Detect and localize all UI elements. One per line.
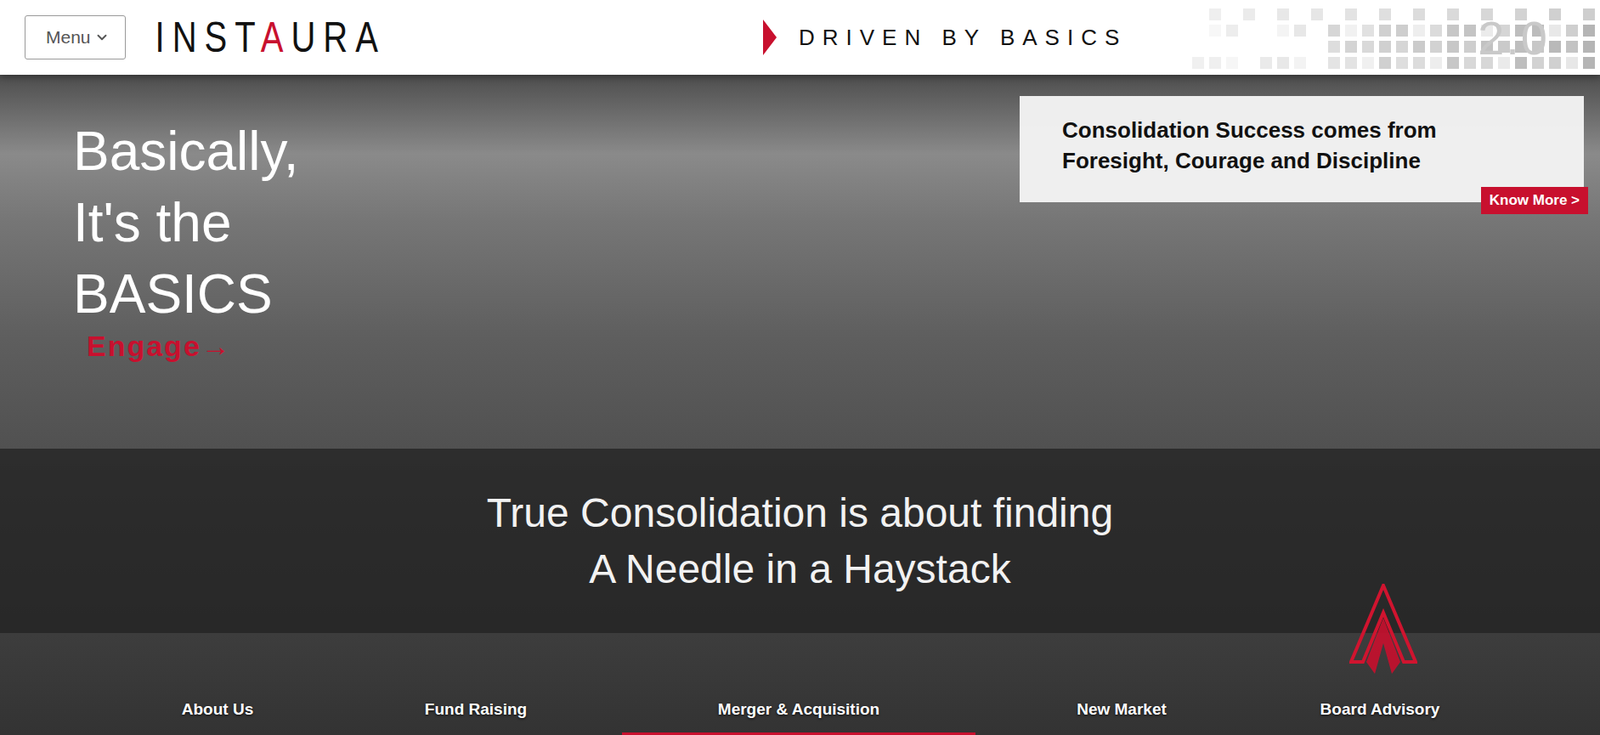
nav-link[interactable]: Merger & Acquisition [718,700,880,719]
chevron-down-icon [94,29,110,46]
hero-top: Basically,It's theBASICSEngage→ Consolida… [0,74,1600,449]
headline-line: It's the [73,186,300,259]
nav-item: Merger & Acquisition [604,633,993,735]
hero: Basically,It's theBASICSEngage→ Consolida… [0,74,1600,735]
headline: Basically,It's theBASICSEngage→ [0,74,300,363]
banner: True Consolidation is about findingA Nee… [0,448,1600,634]
nav-link[interactable]: Board Advisory [1320,700,1441,719]
tagline-group: DRIVEN BY BASICS [763,19,1127,56]
headline-line: BASICS [73,258,300,330]
nav-indicator [40,732,395,735]
nav-link[interactable]: Fund Raising [424,700,527,719]
nav-indicator [1203,732,1557,735]
nav-indicator [944,732,1299,735]
menu-button[interactable]: Menu [24,15,126,60]
tagline: DRIVEN BY BASICS [798,24,1127,51]
promo-card: Consolidation Success comes fromForesigh… [1019,96,1584,203]
logo[interactable]: INSTAURA [155,13,386,62]
nav-item: New Market [992,633,1251,735]
promo-text: Consolidation Success comes from [1062,114,1567,146]
nav-item: About Us [88,633,347,735]
nav-link[interactable]: New Market [1076,700,1167,719]
headline-line: Basically, [73,115,300,187]
banner-line: True Consolidation is about finding [486,485,1114,542]
nav-indicator [621,732,976,735]
brand-mark-icon [1349,583,1418,676]
engage-link[interactable]: Engage→ [86,329,300,363]
version-label: 2.0 [1477,10,1550,66]
bottom-nav: About Us Fund Raising Merger & Acquisition… [0,633,1600,735]
header: Menu INSTAURA DRIVEN BY BASICS 2.0 [0,0,1600,75]
logo-accent: A [260,13,292,61]
page: Menu INSTAURA DRIVEN BY BASICS 2.0 Basically… [0,0,1600,735]
nav-item: Fund Raising [346,633,605,735]
triangle-icon [763,19,777,56]
promo-text: Foresight, Courage and Discipline [1062,145,1567,176]
banner-line: A Needle in a Haystack [588,541,1011,598]
know-more-button[interactable]: Know More > [1481,186,1589,215]
header-right: 2.0 [1126,0,1600,75]
nav-indicator [299,732,653,735]
header-left: Menu INSTAURA [0,15,764,60]
nav-link[interactable]: About Us [181,700,254,719]
